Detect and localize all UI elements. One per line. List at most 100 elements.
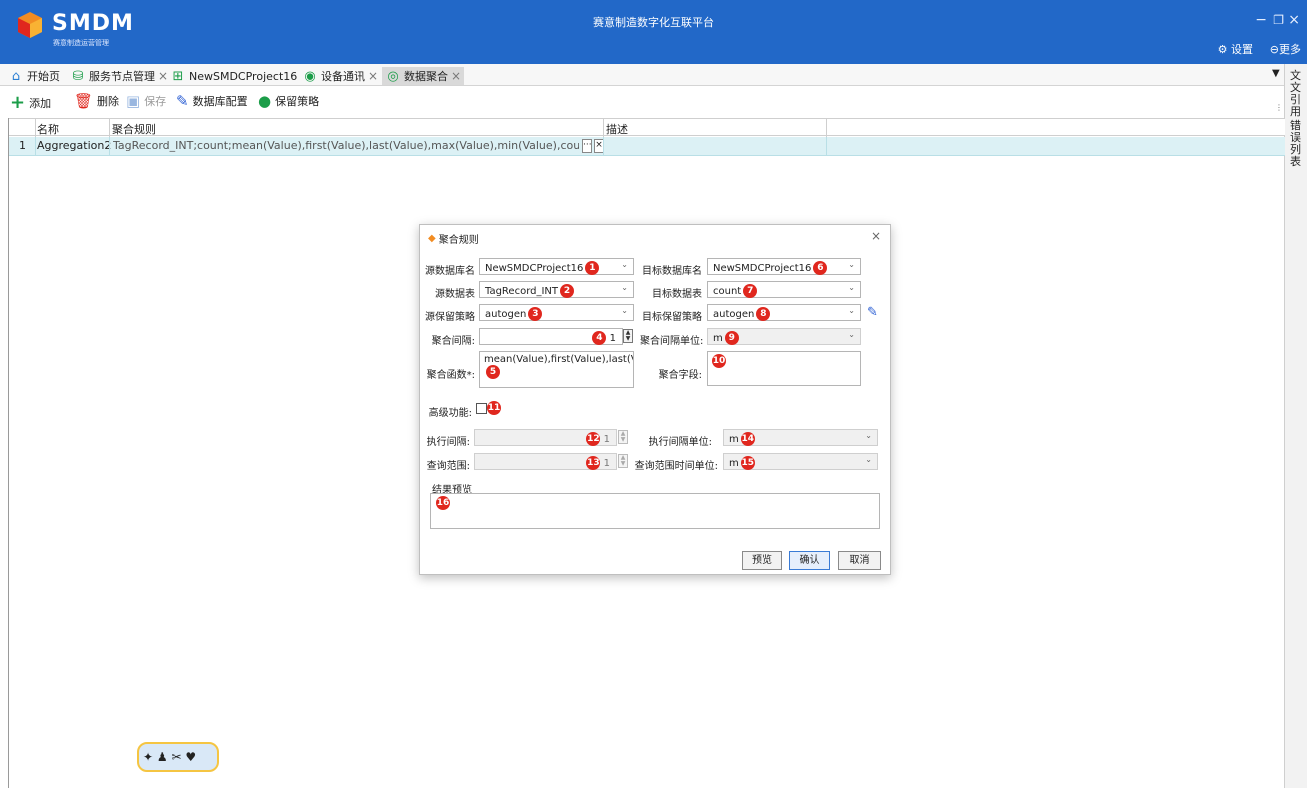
dst-table-select[interactable]: count 7 ⌄ xyxy=(707,281,861,298)
tab-service-node[interactable]: ⛁ 服务节点管理 × xyxy=(70,67,169,85)
query-range-stepper[interactable]: ▲ ▼ xyxy=(618,454,628,468)
cell-rule[interactable]: TagRecord_INT;count;mean(Value),first(Va… xyxy=(113,139,579,152)
logo-subtitle: 赛意制造运营管理 xyxy=(53,39,109,47)
label-query-unit: 查询范围时间单位: xyxy=(634,461,718,472)
dst-db-select[interactable]: NewSMDCProject16 6 ⌄ xyxy=(707,258,861,275)
cancel-button[interactable]: 取消 xyxy=(838,551,881,570)
exec-interval-input[interactable]: 12 1 xyxy=(474,429,617,446)
row-index: 1 xyxy=(19,139,26,152)
title-bar: SMDM 赛意制造运营管理 赛意制造数字化互联平台 − ❐ × ⚙ 设置 ⊖更多 xyxy=(0,0,1307,64)
settings-button[interactable]: ⚙ 设置 xyxy=(1218,41,1253,57)
label-query-range: 查询范围: xyxy=(426,461,470,472)
restore-icon[interactable]: ❐ xyxy=(1273,13,1284,27)
tab-data-aggregation[interactable]: ◎ 数据聚合 × xyxy=(382,67,465,85)
tab-close-icon[interactable]: × xyxy=(158,69,168,83)
agg-field-textarea[interactable]: 10 xyxy=(707,351,861,386)
more-button[interactable]: ⊖更多 xyxy=(1270,41,1301,57)
tab-label: 服务节点管理 xyxy=(89,70,155,83)
floating-toolbox[interactable]: ✦ ♟ ✂ ♥ xyxy=(137,742,219,772)
tab-close-icon[interactable]: × xyxy=(368,69,378,83)
add-button[interactable]: + 添加 xyxy=(10,92,51,113)
src-table-select[interactable]: TagRecord_INT 2 ⌄ xyxy=(479,281,634,298)
column-header-name[interactable]: 名称 xyxy=(37,121,59,137)
chevron-down-icon: ⌄ xyxy=(621,260,628,269)
exec-interval-value: 1 xyxy=(603,434,610,445)
exec-unit-value: m xyxy=(729,434,739,445)
side-panel: 文文引用 错误列表 xyxy=(1284,64,1307,788)
tab-overflow-icon[interactable]: ▼ xyxy=(1272,68,1280,79)
tab-label: NewSMDCProject16 xyxy=(189,69,298,83)
label-src-table: 源数据表 xyxy=(435,289,475,300)
chevron-down-icon: ⌄ xyxy=(848,260,855,269)
exec-unit-select[interactable]: m 14 ⌄ xyxy=(723,429,878,446)
antenna-icon: ◉ xyxy=(304,68,316,84)
src-db-select[interactable]: NewSMDCProject16 1 ⌄ xyxy=(479,258,634,275)
delete-button[interactable]: 🗑 删除 xyxy=(74,92,119,110)
retention-label: 保留策略 xyxy=(275,95,320,108)
agg-interval-input[interactable]: 4 1 xyxy=(479,328,623,345)
table-row[interactable]: 1 Aggregation2 TagRecord_INT;count;mean(… xyxy=(9,137,1285,156)
advanced-checkbox[interactable] xyxy=(476,403,487,414)
close-icon[interactable]: × xyxy=(1288,12,1300,28)
dst-policy-select[interactable]: autogen 8 ⌄ xyxy=(707,304,861,321)
badge-5: 5 xyxy=(486,365,500,379)
label-src-policy: 源保留策略 xyxy=(425,312,475,323)
badge-16: 16 xyxy=(436,496,450,510)
toolbar-overflow-icon[interactable]: ⋮ xyxy=(1275,103,1283,112)
label-agg-func: 聚合函数*: xyxy=(426,370,475,381)
ok-button[interactable]: 确认 xyxy=(789,551,830,570)
tab-project[interactable]: ⊞ NewSMDCProject16 xyxy=(170,67,298,85)
side-tab-references[interactable]: 文文引用 xyxy=(1290,70,1302,118)
exec-interval-stepper[interactable]: ▲ ▼ xyxy=(618,430,628,444)
label-exec-unit: 执行间隔单位: xyxy=(648,437,712,448)
agg-interval-value: 1 xyxy=(609,333,616,344)
edit-policy-pencil-icon[interactable]: ✎ xyxy=(867,305,878,320)
column-header-desc[interactable]: 描述 xyxy=(606,121,628,137)
src-policy-select[interactable]: autogen 3 ⌄ xyxy=(479,304,634,321)
globe-icon: ● xyxy=(258,92,272,110)
badge-10: 10 xyxy=(712,354,726,368)
rule-edit-button[interactable]: ··· xyxy=(582,139,592,153)
tab-start-page[interactable]: ⌂ 开始页 xyxy=(8,67,60,85)
db-config-button[interactable]: ✎ 数据库配置 xyxy=(176,92,248,110)
chevron-down-icon: ⌄ xyxy=(848,283,855,292)
agg-func-textarea[interactable]: mean(Value),first(Value),last(Value),max… xyxy=(479,351,634,388)
column-header-rule[interactable]: 聚合规则 xyxy=(112,121,156,137)
query-range-input[interactable]: 13 1 xyxy=(474,453,617,470)
dialog-title-text: 聚合规则 xyxy=(438,235,479,246)
tab-label: 数据聚合 xyxy=(404,70,448,83)
settings-label: 设置 xyxy=(1231,43,1253,56)
badge-13: 13 xyxy=(586,456,601,470)
dst-table-value: count xyxy=(713,286,742,297)
dialog-close-icon[interactable]: × xyxy=(871,229,881,243)
more-circle-icon: ⊖ xyxy=(1269,43,1279,56)
result-preview-box[interactable]: 16 xyxy=(430,493,880,529)
delete-label: 删除 xyxy=(97,95,120,108)
src-table-value: TagRecord_INT xyxy=(485,286,559,297)
save-label: 保存 xyxy=(144,95,167,108)
badge-4: 4 xyxy=(592,331,607,345)
minimize-icon[interactable]: − xyxy=(1255,12,1267,28)
agg-unit-select[interactable]: m9 ⌄ xyxy=(707,328,861,345)
cell-name[interactable]: Aggregation2 xyxy=(37,139,111,152)
tab-close-icon[interactable]: × xyxy=(451,69,461,83)
agg-interval-stepper[interactable]: ▲ ▼ xyxy=(623,329,633,343)
query-unit-select[interactable]: m 15 ⌄ xyxy=(723,453,878,470)
query-unit-value: m xyxy=(729,458,739,469)
app-title: 赛意制造数字化互联平台 xyxy=(593,16,714,29)
save-button[interactable]: ▣ 保存 xyxy=(126,92,166,110)
badge-1: 1 xyxy=(585,261,600,275)
preview-button[interactable]: 预览 xyxy=(742,551,782,570)
chevron-down-icon: ⌄ xyxy=(621,306,628,315)
chevron-down-icon: ⌄ xyxy=(621,283,628,292)
grid-header: 名称 聚合规则 描述 xyxy=(9,118,1285,137)
tab-device-comm[interactable]: ◉ 设备通讯 × xyxy=(302,67,378,85)
chevron-down-icon: ⌄ xyxy=(848,306,855,315)
src-db-value: NewSMDCProject16 xyxy=(485,263,584,274)
label-exec-interval: 执行间隔: xyxy=(426,437,470,448)
label-agg-interval: 聚合间隔: xyxy=(431,336,475,347)
side-tab-error-list[interactable]: 错误列表 xyxy=(1290,120,1302,168)
label-dst-table: 目标数据表 xyxy=(652,289,702,300)
agg-unit-value: m xyxy=(713,333,723,344)
retention-button[interactable]: ● 保留策略 xyxy=(258,92,319,110)
